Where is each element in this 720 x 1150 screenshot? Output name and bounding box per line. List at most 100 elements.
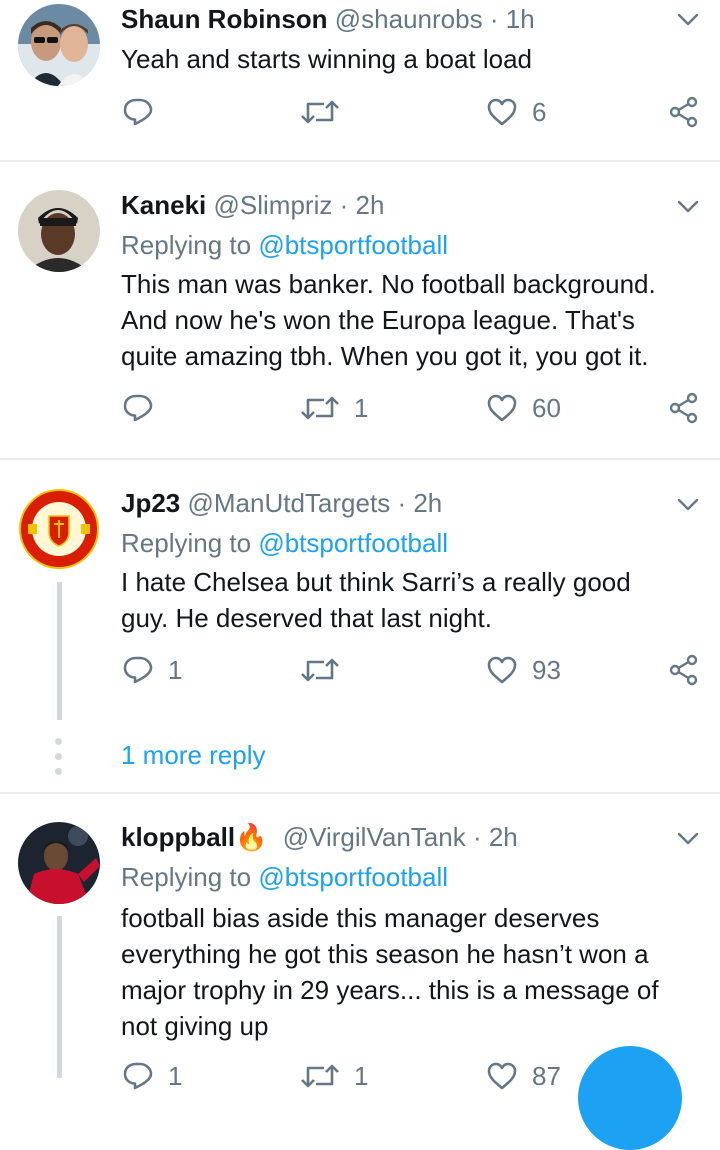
timestamp[interactable]: 1h [506,4,535,34]
replying-to-label: Replying to [121,862,252,892]
thread-line [57,916,62,1078]
share-button[interactable] [668,96,700,128]
reply-icon [122,392,154,424]
tweet-text-line: And now he's won the Europa league. That… [121,305,635,335]
like-count: 87 [532,1060,561,1091]
tweet-text-line: quite amazing tbh. When you got it, you … [121,341,649,371]
separator-dot: · [397,488,407,518]
tweet-text-line: This man was banker. No football backgro… [121,269,656,299]
share-icon [668,392,700,424]
separator-dot: · [339,190,349,220]
display-name[interactable]: Jp23 [121,488,180,518]
tweet-header: Jp23 @ManUtdTargets · 2h [121,486,442,520]
separator-dot: · [472,822,482,852]
replying-to-link[interactable]: @btsportfootball [258,862,448,892]
tweet-actions: 6 [0,96,720,136]
tweet-text-line: everything he got this season he hasn’t … [121,939,649,969]
chevron-down-icon[interactable] [676,8,700,32]
tweet-text-line: football bias aside this manager deserve… [121,903,600,933]
like-button[interactable]: 87 [486,1060,561,1092]
tweet-header: Shaun Robinson @shaunrobs · 1h [121,2,535,36]
user-handle[interactable]: @Slimpriz [214,190,333,220]
timestamp[interactable]: 2h [355,190,384,220]
reply-icon [122,96,154,128]
retweet-icon [300,96,340,128]
chevron-down-icon[interactable] [676,493,700,517]
reply-count: 1 [168,1060,183,1091]
tweet-text: I hate Chelsea but think Sarri’s a reall… [121,564,706,636]
avatar[interactable] [18,4,100,86]
user-handle[interactable]: @shaunrobs [335,4,483,34]
retweet-count: 1 [354,1060,369,1091]
share-button[interactable] [668,654,700,686]
tweet[interactable]: Kaneki @Slimpriz · 2h Replying to @btspo… [0,162,720,460]
like-count: 60 [532,392,561,423]
share-icon [668,96,700,128]
chevron-down-icon[interactable] [676,827,700,851]
like-icon [486,392,518,424]
tweet-text-line: Yeah and starts winning a boat load [121,44,533,74]
tweet-text: This man was banker. No football backgro… [121,266,706,374]
replying-to-link[interactable]: @btsportfootball [258,528,448,558]
reply-icon [122,1060,154,1092]
tweet-actions: 1 93 [0,654,720,694]
like-button[interactable]: 60 [486,392,561,424]
avatar[interactable] [18,488,100,570]
separator-dot: · [489,4,499,34]
tweet-text: Yeah and starts winning a boat load [121,41,706,77]
fire-emoji: 🔥 [235,822,268,852]
retweet-count: 1 [354,392,369,423]
tweet-header: kloppball🔥 @VirgilVanTank · 2h [121,820,518,854]
tweet-text: football bias aside this manager deserve… [121,900,706,1044]
like-icon [486,654,518,686]
more-replies-dots [55,738,63,783]
like-count: 93 [532,654,561,685]
chevron-down-icon[interactable] [676,195,700,219]
reply-button[interactable] [122,96,168,128]
retweet-button[interactable]: 1 [300,392,368,424]
retweet-icon [300,392,340,424]
display-name[interactable]: Kaneki [121,190,206,220]
tweet[interactable]: Shaun Robinson @shaunrobs · 1h Yeah and … [0,0,720,162]
retweet-icon [300,1060,340,1092]
like-icon [486,96,518,128]
replying-to: Replying to @btsportfootball [121,860,448,894]
like-icon [486,1060,518,1092]
retweet-button[interactable]: 1 [300,1060,368,1092]
more-replies-link[interactable]: 1 more reply [121,740,266,771]
reply-count: 1 [168,654,183,685]
tweet[interactable]: Jp23 @ManUtdTargets · 2h Replying to @bt… [0,460,720,794]
reply-button[interactable] [122,392,168,424]
retweet-button[interactable] [300,96,354,128]
reply-button[interactable]: 1 [122,1060,182,1092]
replying-to: Replying to @btsportfootball [121,526,448,560]
tweet-text-line: guy. He deserved that last night. [121,603,492,633]
share-button[interactable] [668,392,700,424]
tweet-actions: 1 60 [0,392,720,432]
avatar[interactable] [18,822,100,904]
replying-to-link[interactable]: @btsportfootball [258,230,448,260]
timestamp[interactable]: 2h [413,488,442,518]
retweet-button[interactable] [300,654,354,686]
like-count: 6 [532,96,547,127]
tweet-text-line: I hate Chelsea but think Sarri’s a reall… [121,567,631,597]
tweet-text-line: major trophy in 29 years... this is a me… [121,975,659,1005]
user-handle[interactable]: @VirgilVanTank [283,822,466,852]
compose-button[interactable] [578,1046,682,1150]
replying-to-label: Replying to [121,230,252,260]
replying-to-label: Replying to [121,528,252,558]
retweet-icon [300,654,340,686]
like-button[interactable]: 6 [486,96,546,128]
display-name[interactable]: Shaun Robinson [121,4,328,34]
tweet[interactable]: kloppball🔥 @VirgilVanTank · 2h Replying … [0,794,720,1091]
reply-icon [122,654,154,686]
like-button[interactable]: 93 [486,654,561,686]
display-name[interactable]: kloppball [121,822,235,852]
reply-button[interactable]: 1 [122,654,182,686]
thread-line [57,582,62,720]
avatar[interactable] [18,190,100,272]
tweet-text-line: not giving up [121,1011,269,1041]
timestamp[interactable]: 2h [489,822,518,852]
user-handle[interactable]: @ManUtdTargets [188,488,391,518]
tweet-header: Kaneki @Slimpriz · 2h [121,188,384,222]
